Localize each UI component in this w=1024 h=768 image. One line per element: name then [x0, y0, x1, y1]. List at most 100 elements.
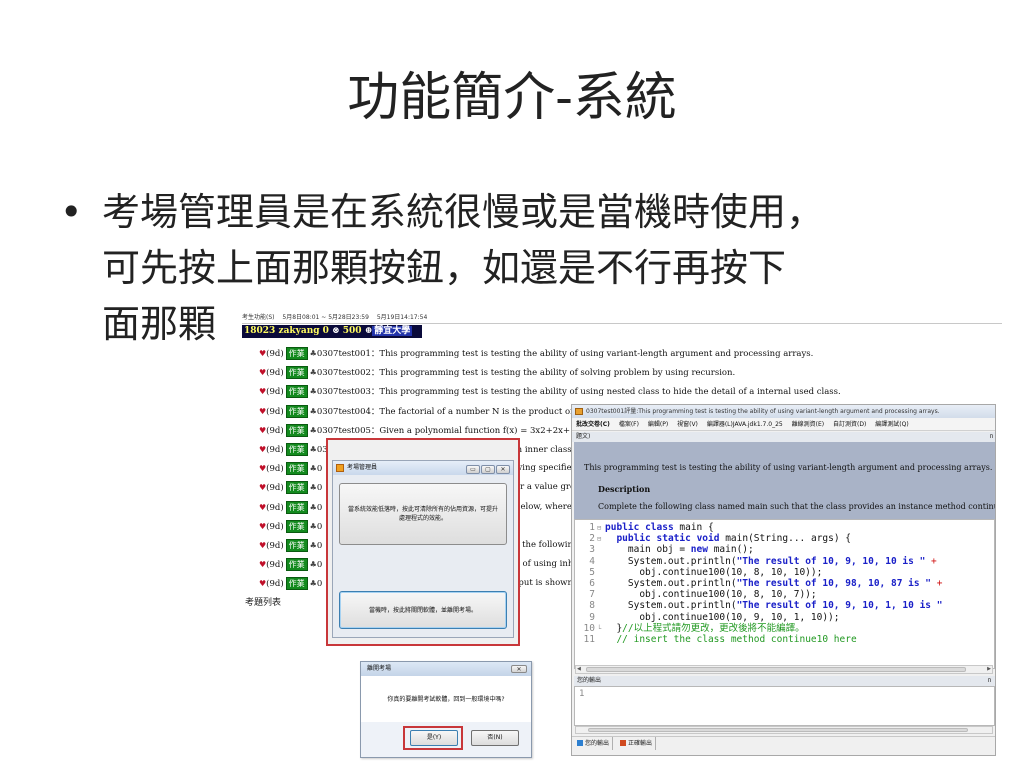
no-button[interactable]: 否(N) [471, 730, 519, 746]
menu-custom-tests[interactable]: 自訂測資(D) [833, 418, 866, 431]
code-line: 6 System.out.println("The result of 10, … [575, 578, 942, 589]
tab-your-output[interactable]: 您的輸出 [574, 737, 614, 750]
confirm-body: 你真的要離開考試軟體，回到一般環境中嗎? [361, 676, 531, 722]
output-horizontal-scrollbar[interactable] [575, 726, 993, 734]
question-text: 0307test005：Given a polynomial function … [316, 425, 613, 436]
output-icon [619, 740, 626, 746]
question-text: 0 [316, 541, 323, 551]
test-icon: ♣ [309, 521, 317, 531]
code-line: 9 obj.continue100(10, 9, 10, 1, 10)); [575, 612, 839, 623]
question-text-tail: y of using inh [515, 559, 574, 570]
yes-button-highlight: 是(Y) [403, 726, 463, 750]
menu-view[interactable]: 視窗(V) [677, 418, 698, 431]
scroll-left-icon[interactable]: ◀ [577, 666, 581, 673]
minimize-button[interactable]: ▭ [466, 465, 480, 474]
close-button[interactable]: ✕ [496, 465, 510, 474]
confirm-titlebar: 離開考場 ✕ [361, 662, 531, 676]
user-status-bar: 18023 zakyang 0 ⊗ 500 ⊕ 靜宜大學 [242, 325, 422, 338]
days-badge: (9d) [266, 425, 284, 436]
line-number: 8 [589, 600, 595, 612]
code-text: obj.continue100(10, 8, 10, 10)); [605, 566, 823, 578]
homework-tag: 作業 [285, 500, 308, 514]
homework-tag: 作業 [285, 558, 308, 572]
code-text: System.out.println("The result of 10, 9,… [605, 600, 943, 612]
question-row[interactable]: ♥(9d) 作業 ♣0307test001：This programming tes… [259, 347, 1009, 360]
detail-title: 0307test001評量:This programming test is t… [586, 408, 940, 415]
test-icon: ♣ [309, 445, 317, 454]
line-number: 7 [589, 589, 595, 601]
code-line: 2 ⊟ public static void main(String... arg… [575, 533, 851, 544]
code-line: 3 main obj = new main(); [575, 544, 753, 555]
code-line: 11 // insert the class method continue10… [575, 634, 857, 645]
code-text: obj.continue100(10, 8, 10, 7)); [605, 589, 817, 601]
yes-button[interactable]: 是(Y) [410, 730, 458, 746]
menu-offline-tests[interactable]: 離線測資(E) [792, 418, 824, 431]
question-text: 0307test002：This programming test is tes… [316, 368, 736, 379]
test-icon: ♣ [309, 368, 317, 378]
question-text: 0307test001：This programming test is tes… [316, 349, 814, 359]
code-text: // insert the class method continue10 he… [616, 634, 857, 645]
code-horizontal-scrollbar[interactable]: ◀ ▶ [575, 665, 993, 674]
homework-tag: 作業 [285, 539, 308, 552]
menu-compiler[interactable]: 編譯器(L)JAVA.jdk1.7.0_25 [707, 418, 783, 431]
detail-menubar: 批改交卷(C) 檔案(F) 編輯(P) 視窗(V) 編譯器(L)JAVA.jdk… [572, 418, 995, 431]
days-badge: (9d) [266, 502, 284, 513]
menu-edit[interactable]: 編輯(P) [648, 418, 668, 431]
homework-tag: 作業 [285, 347, 308, 360]
menu-compile-test[interactable]: 編譯測試(Q) [875, 418, 908, 431]
question-text-tail: wing specified [515, 463, 578, 474]
app-icon [575, 408, 583, 415]
description-panel: This programming test is testing the abi… [574, 442, 995, 519]
question-text: 0 [316, 560, 323, 571]
code-line: 10 └ }//以上程式請勿更改，更改後將不能編譯。 [575, 623, 805, 634]
code-editor[interactable]: 1 ⊟ public class main {2 ⊟ public static vo… [574, 519, 995, 669]
code-line: 4 System.out.println("The result of 10, … [575, 556, 937, 567]
test-icon: ♣ [309, 483, 317, 493]
scroll-right-icon[interactable]: ▶ [987, 666, 991, 673]
output-tabs: 您的輸出 正確輸出 [572, 736, 995, 750]
scroll-thumb[interactable] [586, 667, 966, 672]
question-row[interactable]: ♥(9d) 作業 ♣0307test002：This programming tes… [259, 366, 1009, 380]
test-icon: ♣ [309, 502, 317, 512]
code-line: 5 obj.continue100(10, 8, 10, 10)); [575, 567, 822, 578]
description-text: This programming test is testing the abi… [584, 463, 993, 472]
question-text-tail: tput is shown [515, 578, 573, 589]
homework-tag: 作業 [285, 385, 308, 399]
current-time: 5月19日14:17:54 [376, 314, 428, 321]
output-section-bar: 您的輸出 ᴨ [574, 676, 995, 686]
confirm-title: 離開考場 [367, 665, 392, 672]
output-line: 1 [579, 689, 585, 699]
tab-label: 您的輸出 [585, 740, 610, 747]
description-heading: Description [598, 484, 651, 494]
student-total: 500 [342, 326, 362, 336]
shutdown-exit-button[interactable]: 當機時，按此將關閉軟體，並離開考場。 [339, 591, 507, 629]
question-text: 0 [316, 579, 323, 590]
admin-dialog-highlight: 考場管理員 ▭ ▢ ✕ 當系統效能低落時，按此可清除所有的佔用資源，可提升處理程式的… [326, 438, 520, 646]
code-text: public static void main(String... args) … [616, 533, 852, 545]
menu-file[interactable]: 檔案(F) [619, 418, 639, 431]
homework-tag: 作業 [285, 443, 308, 456]
test-icon: ♣ [309, 387, 317, 397]
pin-icon[interactable]: ᴨ [990, 432, 993, 442]
days-badge: (9d) [266, 483, 284, 494]
line-number: 10 [583, 622, 595, 634]
test-icon: ♣ [309, 425, 317, 435]
pin-icon[interactable]: ᴨ [988, 676, 991, 686]
days-badge: (9d) [266, 541, 284, 551]
maximize-button[interactable]: ▢ [481, 465, 495, 474]
detail-titlebar: 0307test001評量:This programming test is t… [572, 405, 995, 418]
code-text: }//以上程式請勿更改，更改後將不能編譯。 [605, 622, 805, 634]
clear-resources-button[interactable]: 當系統效能低落時，按此可清除所有的佔用資源，可提升處理程式的效能。 [339, 483, 507, 545]
test-icon: ♣ [309, 579, 317, 589]
days-badge: (9d) [266, 406, 284, 417]
bullet-line-3: 面那顆 [102, 302, 217, 346]
student-menu[interactable]: 考生功能(S) [242, 314, 275, 321]
tab-correct-output[interactable]: 正確輸出 [617, 737, 656, 750]
question-row[interactable]: ♥(9d) 作業 ♣0307test003：This programming tes… [259, 385, 1009, 399]
confirm-close-button[interactable]: ✕ [511, 665, 527, 673]
output-panel[interactable]: 1 [574, 686, 995, 726]
menu-submit[interactable]: 批改交卷(C) [576, 418, 610, 431]
days-badge: (9d) [266, 464, 284, 475]
scroll-thumb[interactable] [588, 728, 968, 732]
question-text-tail: s the following [515, 540, 579, 550]
